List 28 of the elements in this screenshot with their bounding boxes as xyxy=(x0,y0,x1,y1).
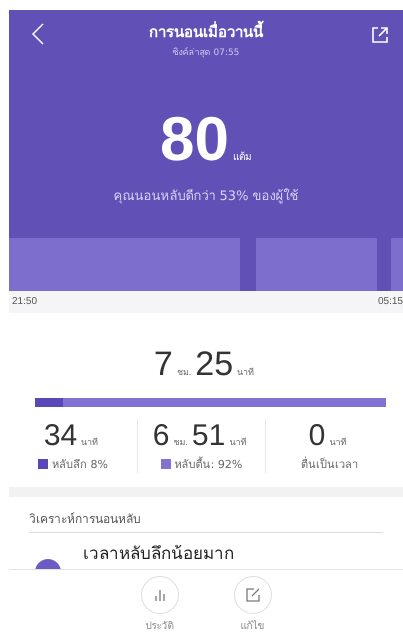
stat-minutes: 0 xyxy=(308,419,326,453)
total-hours: 7 xyxy=(154,345,173,384)
stat-unit: นาที xyxy=(329,436,346,449)
stat-unit: นาที xyxy=(229,436,246,449)
stat-hours: 6 xyxy=(152,419,170,453)
sleep-score: 80 xyxy=(160,109,229,171)
sync-time: ซิงค์ล่าสุด 07:55 xyxy=(172,46,240,59)
hours-unit: ชม. xyxy=(176,366,192,379)
stat-label: หลับลึก 8% xyxy=(52,457,108,473)
page-title: การนอนเมื่อวานนี้ xyxy=(149,20,263,44)
stat-minutes: 51 xyxy=(192,419,226,453)
share-icon[interactable] xyxy=(371,26,389,44)
end-time: 05:15 xyxy=(378,296,403,307)
stat-unit: นาที xyxy=(81,436,98,449)
bar-chart-icon xyxy=(152,588,166,602)
section-title: วิเคราะห์การนอนหลับ xyxy=(29,509,383,533)
edit-icon xyxy=(244,587,260,603)
analysis-title: เวลาหลับลึกน้อยมาก xyxy=(83,543,234,566)
minutes-unit: นาที xyxy=(237,366,254,379)
score-unit: แต้ม xyxy=(232,150,252,164)
comparison-text: คุณนอนหลับดีกว่า 53% ของผู้ใช้ xyxy=(113,188,299,206)
start-time: 21:50 xyxy=(12,296,38,307)
stat-unit: ชม. xyxy=(173,436,188,449)
stat-label: หลับตื้น: 92% xyxy=(174,456,242,473)
stat-minutes: 34 xyxy=(44,419,78,453)
stat-label: ตื่นเป็นเวลา xyxy=(301,456,358,473)
total-minutes: 25 xyxy=(195,345,234,384)
back-icon[interactable] xyxy=(31,22,45,46)
